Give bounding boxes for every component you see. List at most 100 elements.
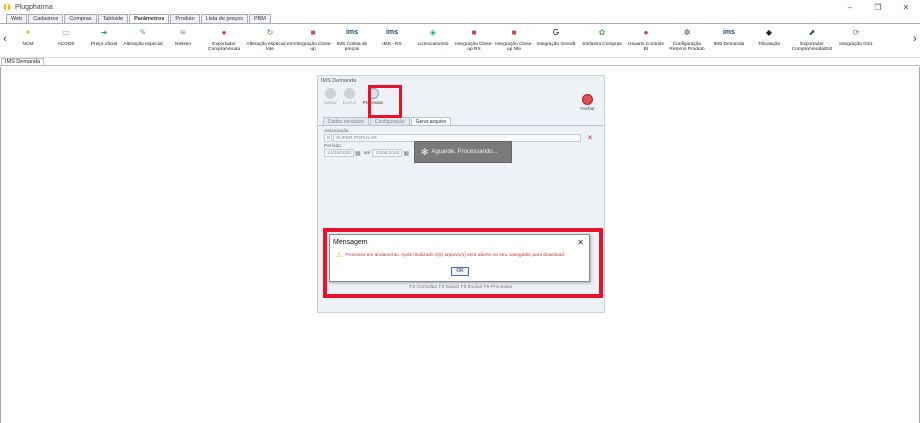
ribbon-item-label: NCM [22, 42, 34, 47]
edit-icon: ✎ [139, 28, 147, 38]
ribbon-item-label: Usuario Controle BI [628, 42, 664, 53]
nielsen-icon: ≋ [179, 28, 187, 38]
ribbon-toolbar: ‹ ✦ NCM ▭ ACODE ➜ Preço oficial ✎ Alteração esp… [0, 24, 920, 58]
ribbon-item-0[interactable]: ✦ NCM [10, 26, 46, 52]
ribbon-item-label: ACODE [57, 42, 75, 47]
salvar-button[interactable]: Salvar [322, 86, 339, 114]
ribbon-item-17[interactable]: ims IMS Demanda [708, 26, 750, 52]
ribbon-item-2[interactable]: ➜ Preço oficial [86, 26, 122, 52]
tab-cadastros[interactable]: Cadastros [28, 14, 64, 23]
ribbon-item-12[interactable]: ■ Integração Close-up Nfe [494, 26, 534, 52]
dialog-header: Mensagem ✕ [330, 235, 589, 249]
ribbon-prev-arrow-icon[interactable]: ‹ [0, 26, 10, 52]
tab-gerar-arquivo[interactable]: Gerar arquivo [410, 117, 452, 125]
ribbon-item-20[interactable]: ⟳ Integração GS1 [836, 26, 876, 52]
excluir-label: Excluir [342, 100, 357, 105]
ribbon-item-label: IMS Coleta de preços [336, 42, 368, 53]
gevwb-icon: G [552, 28, 560, 38]
processing-overlay: ✻ Aguarde. Processando... [414, 141, 512, 163]
ribbon-item-label: Alteração especial [123, 42, 163, 47]
ribbon-item-6[interactable]: ↻ Alteração especial em lote [246, 26, 294, 52]
bi-icon: ● [643, 28, 649, 38]
ribbon-item-label: Integração Close-up [294, 42, 332, 53]
tab-configuracao[interactable]: Configuração [369, 117, 410, 125]
excluir-button[interactable]: Excluir [341, 86, 358, 114]
minimize-button[interactable]: – [836, 3, 864, 12]
dialog-close-button[interactable]: ✕ [577, 238, 584, 247]
ribbon-item-9[interactable]: ims IMS - RX [372, 26, 412, 52]
ribbon-item-4[interactable]: ≋ Nielsen [164, 26, 202, 52]
dialog-message: Processo em andamento. Após finalizado o… [345, 252, 566, 258]
calendar-end-icon[interactable]: ▦ [403, 150, 409, 157]
ribbon-item-14[interactable]: ✿ Stefanini Compras [578, 26, 626, 52]
ribbon-item-label: Exportador Compra/Venda/Est [791, 42, 833, 53]
ribbon-item-7[interactable]: ■ Integração Close-up [294, 26, 332, 52]
export-est-icon: ⬈ [808, 28, 816, 38]
ok-button[interactable]: OK [451, 267, 469, 276]
batch-icon: ↻ [266, 28, 274, 38]
doc-tab-ims-demanda[interactable]: IMS Demanda [1, 58, 45, 65]
ribbon-item-label: IMS Demanda [713, 42, 745, 47]
ribbon-item-label: Preço oficial [90, 42, 118, 47]
ribbon-item-13[interactable]: G Integração Gevwb [534, 26, 578, 52]
panel-tabs: Dados enviados Configuração Gerar arquiv… [318, 117, 604, 126]
ribbon-item-5[interactable]: ● Exportador Compra/Venda [202, 26, 246, 52]
tab-produto[interactable]: Produto [170, 14, 200, 23]
ims-coleta-icon: ims [345, 29, 359, 37]
ribbon-item-label: Tributação [757, 42, 781, 47]
ribbon-item-8[interactable]: ims IMS Coleta de preços [332, 26, 372, 52]
tab-tabloide[interactable]: Tabloide [97, 14, 129, 23]
periodo-separator: até [363, 150, 371, 156]
ribbon-item-label: Stefanini Compras [582, 42, 622, 47]
fechar-button[interactable]: Fechar [579, 92, 596, 111]
ribbon-item-18[interactable]: ◆ Tributação [750, 26, 788, 52]
periodo-end-field[interactable]: 12/05/2020 [372, 149, 403, 157]
ribbon-item-15[interactable]: ● Usuario Controle BI [626, 26, 666, 52]
panel-title: IMS Demanda [321, 78, 357, 84]
ribbon-item-16[interactable]: ✲ Configuração Retorno Produto [666, 26, 708, 52]
ims-rx-icon: ims [385, 29, 399, 37]
export-icon: ● [221, 28, 227, 38]
workspace: IMS Demanda Salvar Excluir Processar Fec… [0, 67, 920, 423]
ribbon-item-19[interactable]: ⬈ Exportador Compra/Venda/Est [788, 26, 836, 52]
tab-pbm[interactable]: PBM [248, 14, 271, 23]
ribbon-item-label: Alteração especial em lote [246, 42, 294, 53]
message-dialog: Mensagem ✕ ⚠ Processo em andamento. Após… [329, 234, 590, 282]
save-icon [325, 88, 336, 99]
calendar-start-icon[interactable]: ▦ [355, 150, 361, 157]
tab-web[interactable]: Web [6, 14, 28, 23]
tab-parametros[interactable]: Parâmetros [129, 14, 170, 23]
ims-demanda-icon: ims [722, 29, 736, 37]
ribbon-item-label: Integração Close-up Nfe [495, 42, 533, 53]
dialog-title: Mensagem [333, 238, 368, 246]
closeup-nfe-icon: ■ [511, 28, 517, 38]
close-window-button[interactable]: ✕ [892, 3, 920, 12]
config-icon: ✲ [683, 28, 691, 38]
maximize-button[interactable]: ❐ [864, 3, 892, 12]
ribbon-item-1[interactable]: ▭ ACODE [46, 26, 86, 52]
closeup-rx-icon: ■ [471, 28, 477, 38]
stefanini-icon: ✿ [598, 28, 606, 38]
ribbon-item-label: Configuração Retorno Produto [669, 42, 705, 53]
spinner-icon: ✻ [421, 146, 429, 157]
ribbon-item-label: Integração Close-up RX [455, 42, 493, 53]
associacao-code-field[interactable]: 8 [324, 134, 332, 142]
ribbon-next-arrow-icon[interactable]: › [910, 26, 920, 52]
tab-lista-de-precos[interactable]: Lista de preços [200, 14, 248, 23]
ribbon-item-3[interactable]: ✎ Alteração especial [122, 26, 164, 52]
tab-dados-enviados[interactable]: Dados enviados [323, 117, 369, 125]
periodo-start-field[interactable]: 12/05/2020 [324, 149, 354, 157]
closeup-icon: ■ [310, 28, 316, 38]
ribbon-item-11[interactable]: ■ Integração Close-up RX [454, 26, 494, 52]
ribbon-item-label: Integração Gevwb [536, 42, 576, 47]
window-title: Plugpharma [15, 3, 53, 11]
ribbon-item-label: Licenciamento [417, 42, 449, 47]
ribbon-item-10[interactable]: ◈ Licenciamento [412, 26, 454, 52]
ribbon-item-label: Integração GS1 [839, 42, 873, 47]
acode-icon: ▭ [62, 28, 70, 38]
clear-associacao-icon[interactable]: ✕ [587, 134, 593, 142]
ribbon-item-label: Exportador Compra/Venda [208, 42, 240, 53]
power-off-icon [582, 94, 593, 105]
app-logo-icon [3, 3, 11, 11]
tab-compras[interactable]: Compras [64, 14, 97, 23]
